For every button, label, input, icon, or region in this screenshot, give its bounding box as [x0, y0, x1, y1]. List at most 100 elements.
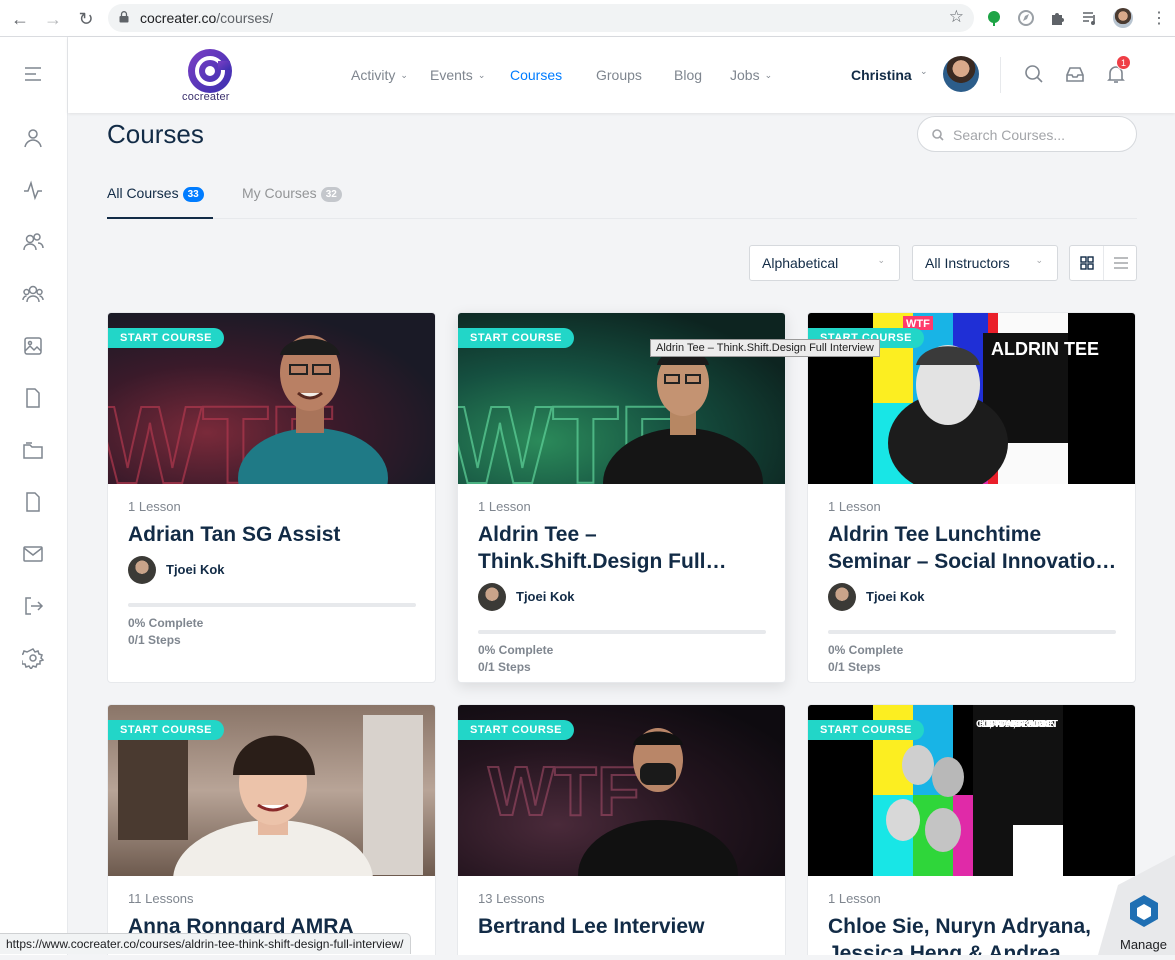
- instructor-select[interactable]: All Instructors ⌄: [912, 245, 1058, 281]
- grid-view-icon[interactable]: [1080, 256, 1094, 270]
- extensions-puzzle-icon[interactable]: [1049, 9, 1067, 27]
- instructor-avatar: [478, 583, 506, 611]
- course-thumbnail[interactable]: START COURSE: [108, 705, 435, 876]
- start-course-badge[interactable]: START COURSE: [108, 328, 224, 348]
- reload-icon[interactable]: ↻: [75, 8, 97, 30]
- menu-blog[interactable]: Blog: [674, 67, 702, 83]
- status-bar-url: https://www.cocreater.co/courses/aldrin-…: [0, 933, 411, 954]
- count-badge: 32: [320, 187, 342, 202]
- course-card[interactable]: ALDRIN TEE WTF START COURSE 1 Lesson Ald…: [807, 312, 1136, 683]
- list-view-icon[interactable]: [1114, 256, 1128, 270]
- course-title[interactable]: Bertrand Lee Interview: [478, 913, 770, 940]
- search-input[interactable]: [953, 125, 1123, 145]
- active-tab-underline: [107, 217, 213, 219]
- chevron-down-icon[interactable]: ⌄: [920, 66, 928, 77]
- activity-icon[interactable]: [22, 179, 44, 201]
- groups-icon[interactable]: [22, 283, 44, 305]
- sort-select[interactable]: Alphabetical ⌄: [749, 245, 900, 281]
- percent-complete: 0% Complete: [128, 616, 204, 630]
- course-title[interactable]: Aldrin Tee – Think.Shift.Design Full…: [478, 521, 770, 575]
- folders-icon[interactable]: [22, 439, 44, 461]
- instructor-name: Tjoei Kok: [866, 589, 925, 604]
- course-card[interactable]: WTF START COURSE 1 Lesson Adrian Tan SG …: [107, 312, 436, 683]
- course-thumbnail[interactable]: CHLOE SIE, NURYN ADRYANA, JESSICA HENG &…: [808, 705, 1135, 876]
- lesson-count: 1 Lesson: [478, 499, 531, 514]
- lock-icon: [119, 11, 129, 23]
- progress-bar: [128, 603, 416, 607]
- progress-bar: [828, 630, 1116, 634]
- settings-icon[interactable]: [17, 647, 45, 671]
- start-course-badge[interactable]: START COURSE: [808, 720, 924, 740]
- forums-icon[interactable]: [22, 491, 44, 513]
- back-icon[interactable]: ←: [9, 8, 31, 30]
- menu-groups[interactable]: Groups: [596, 67, 642, 83]
- course-title[interactable]: Adrian Tan SG Assist: [128, 521, 420, 548]
- menu-jobs[interactable]: Jobs ⌄: [730, 67, 772, 83]
- menu-activity[interactable]: Activity ⌄: [351, 67, 408, 83]
- course-title[interactable]: Chloe Sie, Nuryn Adryana, Jessica Heng &…: [828, 913, 1120, 955]
- photos-icon[interactable]: [22, 335, 44, 357]
- page-title: Courses: [107, 119, 204, 149]
- site-header: cocreater Activity ⌄ Events ⌄ Courses Grou…: [68, 37, 1175, 113]
- documents-icon[interactable]: [22, 387, 44, 409]
- instructor-name: Tjoei Kok: [516, 589, 575, 604]
- chevron-down-icon: ⌄: [877, 255, 885, 265]
- user-name[interactable]: Christina: [851, 67, 912, 83]
- start-course-badge[interactable]: START COURSE: [108, 720, 224, 740]
- course-card[interactable]: WTF START COURSE 1 Lesson Aldrin Tee – T…: [457, 312, 786, 683]
- course-title[interactable]: Aldrin Tee Lunchtime Seminar – Social In…: [828, 521, 1120, 575]
- tab-all-courses[interactable]: All Courses 33: [107, 185, 204, 203]
- search-icon[interactable]: [1024, 64, 1046, 86]
- percent-complete: 0% Complete: [478, 643, 554, 657]
- main-content: Courses All Courses33 My Courses32 Alpha…: [68, 113, 1175, 955]
- toggle-divider: [1103, 246, 1104, 280]
- media-queue-icon[interactable]: [1081, 9, 1099, 27]
- instructor-avatar: [128, 556, 156, 584]
- course-thumbnail[interactable]: WTF START COURSE: [458, 705, 785, 876]
- chevron-down-icon: ⌄: [477, 70, 486, 80]
- instructor-name: Tjoei Kok: [166, 562, 225, 577]
- course-card[interactable]: START COURSE 11 Lessons Anna Ronngard AM…: [107, 704, 436, 955]
- header-divider: [1000, 57, 1001, 93]
- course-thumbnail[interactable]: WTF START COURSE: [108, 313, 435, 484]
- profile-avatar-icon[interactable]: [1113, 8, 1133, 28]
- inbox-icon[interactable]: [1065, 64, 1087, 86]
- progress-bar: [478, 630, 766, 634]
- address-bar[interactable]: cocreater.co/courses/ ☆: [108, 4, 974, 32]
- notification-badge: 1: [1116, 55, 1131, 70]
- menu-icon[interactable]: [22, 63, 44, 85]
- lesson-count: 1 Lesson: [828, 499, 881, 514]
- extension-leaf-icon[interactable]: [985, 9, 1003, 27]
- lesson-count: 1 Lesson: [828, 891, 881, 906]
- title-tooltip: Aldrin Tee – Think.Shift.Design Full Int…: [650, 339, 880, 357]
- start-course-badge[interactable]: START COURSE: [458, 328, 574, 348]
- tab-my-courses[interactable]: My Courses 32: [242, 185, 342, 203]
- steps-count: 0/1 Steps: [828, 660, 881, 674]
- chevron-down-icon: ⌄: [400, 70, 408, 80]
- connections-icon[interactable]: [22, 231, 44, 253]
- start-course-badge[interactable]: START COURSE: [458, 720, 574, 740]
- messages-icon[interactable]: [22, 543, 44, 565]
- course-search[interactable]: [917, 116, 1137, 152]
- instructor-avatar: [828, 583, 856, 611]
- steps-count: 0/1 Steps: [128, 633, 181, 647]
- count-badge: 33: [182, 187, 204, 202]
- lesson-count: 1 Lesson: [128, 499, 181, 514]
- chevron-down-icon: ⌄: [764, 70, 773, 80]
- user-avatar[interactable]: [943, 56, 979, 92]
- manage-widget[interactable]: Manage: [1098, 855, 1175, 955]
- bookmark-star-icon[interactable]: ☆: [949, 7, 964, 27]
- poster-names: CHLOE SIE, NURYN ADRYANA, JESSICA HENG &…: [976, 719, 1058, 730]
- browser-menu-icon[interactable]: ⋮: [1148, 8, 1170, 30]
- forward-icon[interactable]: →: [42, 8, 64, 30]
- logout-icon[interactable]: [22, 595, 44, 617]
- chevron-down-icon: ⌄: [1035, 255, 1043, 265]
- course-card[interactable]: CHLOE SIE, NURYN ADRYANA, JESSICA HENG &…: [807, 704, 1136, 955]
- lesson-count: 11 Lessons: [128, 891, 194, 906]
- course-card[interactable]: WTF START COURSE 13 Lessons Bertrand Lee…: [457, 704, 786, 955]
- poster-name: ALDRIN TEE: [991, 339, 1099, 359]
- extension-compass-icon[interactable]: [1017, 9, 1035, 27]
- profile-icon[interactable]: [22, 127, 44, 149]
- menu-courses[interactable]: Courses: [510, 67, 562, 83]
- menu-events[interactable]: Events ⌄: [430, 67, 485, 83]
